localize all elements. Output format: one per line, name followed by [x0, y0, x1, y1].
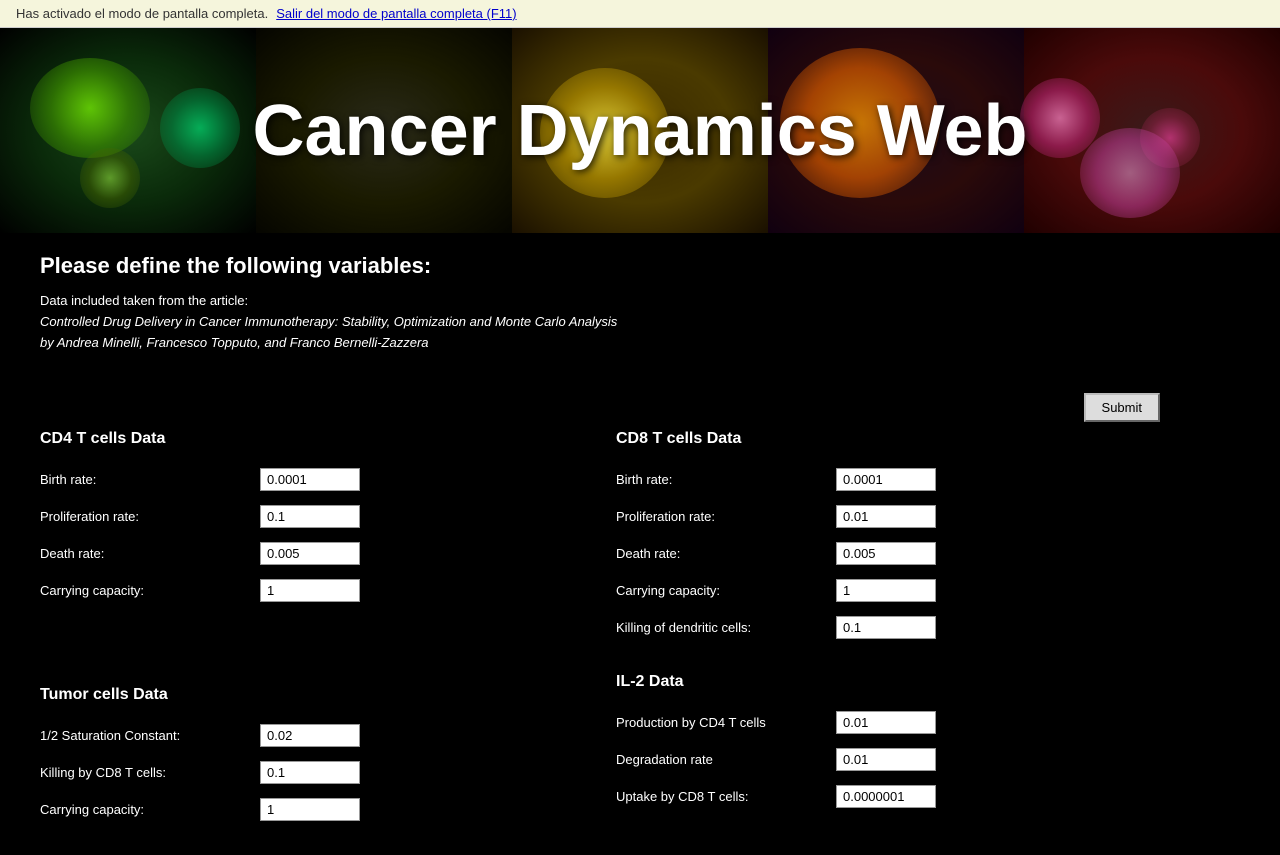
right-column: CD8 T cells Data Birth rate: Proliferati…	[616, 430, 1192, 835]
cd4-death-row: Death rate:	[40, 542, 616, 565]
cd8-death-input[interactable]	[836, 542, 936, 565]
tumor-carrying-input[interactable]	[260, 798, 360, 821]
cd4-death-label: Death rate:	[40, 546, 260, 561]
tumor-section-title: Tumor cells Data	[40, 686, 616, 704]
tumor-section: Tumor cells Data 1/2 Saturation Constant…	[40, 686, 616, 821]
il2-production-row: Production by CD4 T cells	[616, 711, 1192, 734]
tumor-saturation-label: 1/2 Saturation Constant:	[40, 728, 260, 743]
cell-blob-pink-1	[1020, 78, 1100, 158]
il2-section: IL-2 Data Production by CD4 T cells Degr…	[616, 673, 1192, 808]
tumor-carrying-row: Carrying capacity:	[40, 798, 616, 821]
cd8-carrying-row: Carrying capacity:	[616, 579, 1192, 602]
tumor-killing-row: Killing by CD8 T cells:	[40, 761, 616, 784]
cd8-section-title: CD8 T cells Data	[616, 430, 1192, 448]
cd8-carrying-label: Carrying capacity:	[616, 583, 836, 598]
il2-production-label: Production by CD4 T cells	[616, 715, 836, 730]
article-info: Data included taken from the article: Co…	[40, 291, 1240, 353]
cd8-proliferation-input[interactable]	[836, 505, 936, 528]
cell-blob-green-3	[80, 148, 140, 208]
cd8-killing-dendritic-label: Killing of dendritic cells:	[616, 620, 836, 635]
cell-blob-green-2	[160, 88, 240, 168]
cd4-section: CD4 T cells Data Birth rate: Proliferati…	[40, 430, 616, 602]
il2-degradation-input[interactable]	[836, 748, 936, 771]
cell-blob-green-1	[30, 58, 150, 158]
il2-production-input[interactable]	[836, 711, 936, 734]
cd4-carrying-row: Carrying capacity:	[40, 579, 616, 602]
il2-degradation-label: Degradation rate	[616, 752, 836, 767]
cd4-section-title: CD4 T cells Data	[40, 430, 616, 448]
cd8-death-label: Death rate:	[616, 546, 836, 561]
tumor-saturation-input[interactable]	[260, 724, 360, 747]
cd4-birth-rate-input[interactable]	[260, 468, 360, 491]
article-label: Data included taken from the article:	[40, 291, 1240, 312]
il2-uptake-label: Uptake by CD8 T cells:	[616, 789, 836, 804]
header-banner: Cancer Dynamics Web	[0, 28, 1280, 233]
article-title: Controlled Drug Delivery in Cancer Immun…	[40, 312, 1240, 333]
tumor-killing-label: Killing by CD8 T cells:	[40, 765, 260, 780]
il2-section-title: IL-2 Data	[616, 673, 1192, 691]
il2-uptake-row: Uptake by CD8 T cells:	[616, 785, 1192, 808]
il2-degradation-row: Degradation rate	[616, 748, 1192, 771]
left-column: CD4 T cells Data Birth rate: Proliferati…	[40, 430, 616, 835]
cd8-killing-dendritic-input[interactable]	[836, 616, 936, 639]
main-content: Please define the following variables: D…	[0, 233, 1280, 855]
cd8-birth-label: Birth rate:	[616, 472, 836, 487]
exit-fullscreen-link[interactable]: Salir del modo de pantalla completa (F11…	[276, 6, 516, 21]
tumor-carrying-label: Carrying capacity:	[40, 802, 260, 817]
page-heading: Please define the following variables:	[40, 253, 1240, 279]
cd8-birth-row: Birth rate:	[616, 468, 1192, 491]
fullscreen-message: Has activado el modo de pantalla complet…	[16, 6, 268, 21]
cd8-proliferation-label: Proliferation rate:	[616, 509, 836, 524]
cd8-section: CD8 T cells Data Birth rate: Proliferati…	[616, 430, 1192, 639]
cd4-death-input[interactable]	[260, 542, 360, 565]
cd8-killing-dendritic-row: Killing of dendritic cells:	[616, 616, 1192, 639]
cd4-carrying-label: Carrying capacity:	[40, 583, 260, 598]
cd4-carrying-input[interactable]	[260, 579, 360, 602]
cd8-carrying-input[interactable]	[836, 579, 936, 602]
tumor-saturation-row: 1/2 Saturation Constant:	[40, 724, 616, 747]
fullscreen-notification: Has activado el modo de pantalla complet…	[0, 0, 1280, 28]
app-title: Cancer Dynamics Web	[253, 90, 1028, 172]
cd4-proliferation-row: Proliferation rate:	[40, 505, 616, 528]
submit-button[interactable]: Submit	[1084, 393, 1160, 422]
cd4-proliferation-label: Proliferation rate:	[40, 509, 260, 524]
il2-uptake-input[interactable]	[836, 785, 936, 808]
cd4-proliferation-input[interactable]	[260, 505, 360, 528]
cd8-proliferation-row: Proliferation rate:	[616, 505, 1192, 528]
cell-blob-pink-3	[1080, 128, 1180, 218]
article-authors: by Andrea Minelli, Francesco Topputo, an…	[40, 333, 1240, 354]
cd4-birth-rate-label: Birth rate:	[40, 472, 260, 487]
cd4-birth-rate-row: Birth rate:	[40, 468, 616, 491]
cd8-birth-input[interactable]	[836, 468, 936, 491]
cd8-death-row: Death rate:	[616, 542, 1192, 565]
tumor-killing-input[interactable]	[260, 761, 360, 784]
